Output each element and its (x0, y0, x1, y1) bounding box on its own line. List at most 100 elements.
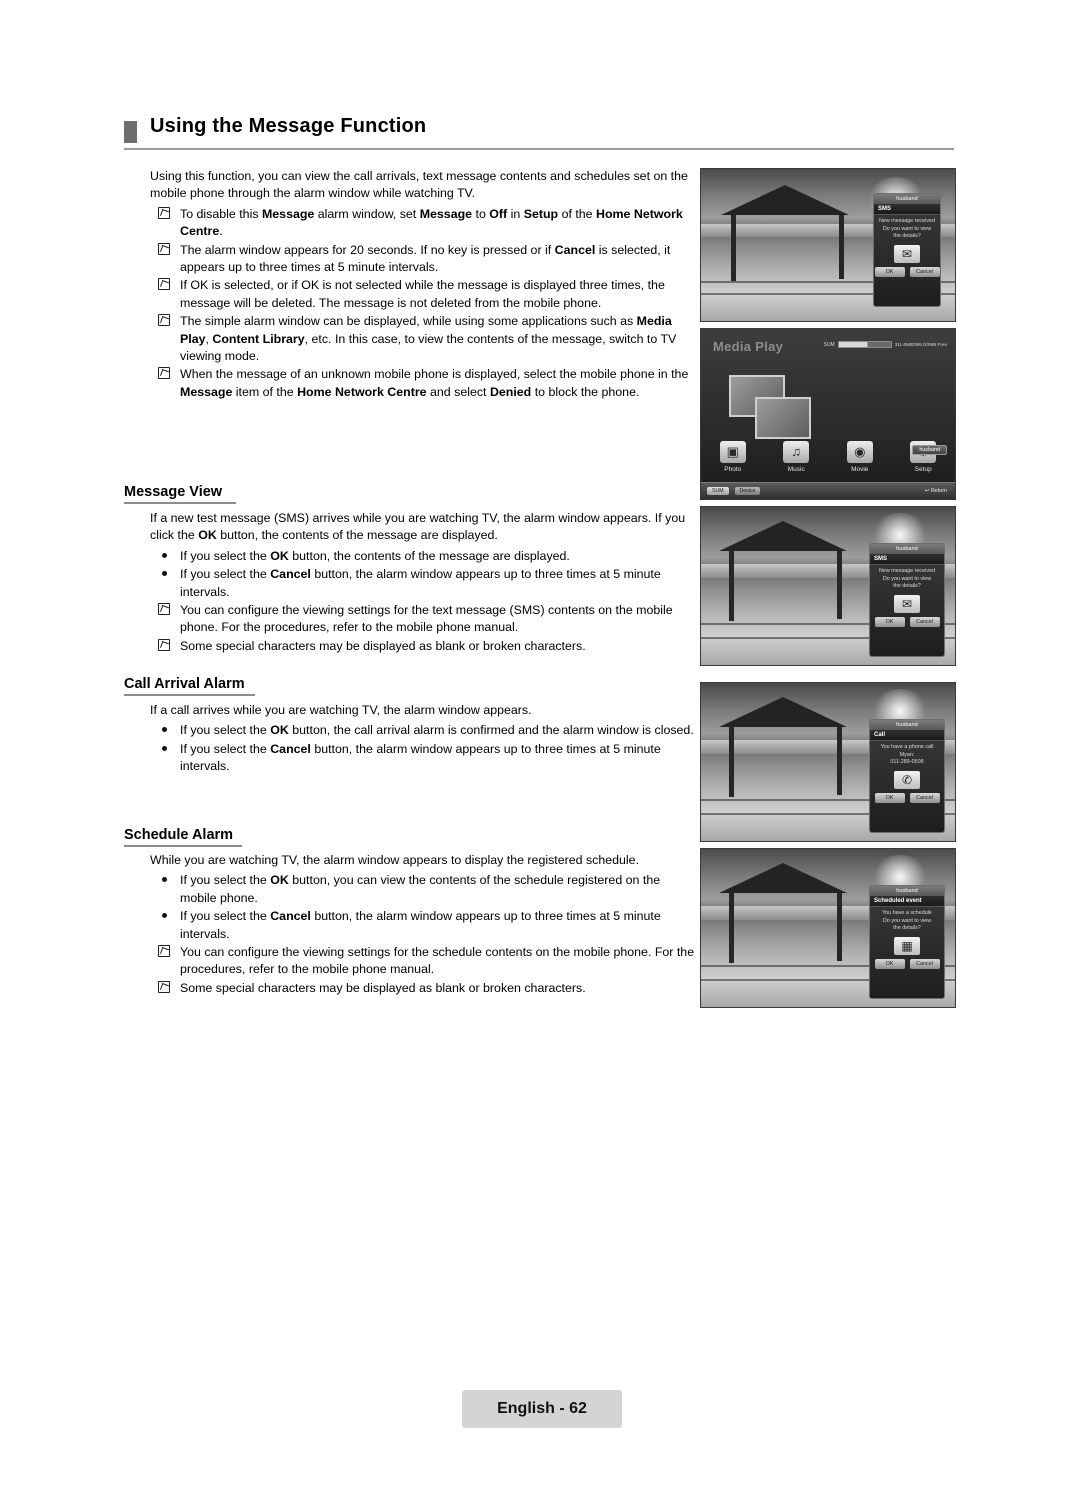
section-body-schedule-alarm: While you are watching TV, the alarm win… (150, 852, 696, 998)
note-icon (158, 242, 170, 255)
menu-item-photo[interactable]: ▣ Photo (706, 441, 760, 473)
popup-type: Scheduled event (870, 896, 944, 907)
alarm-popup-sms: husband SMS New message received Do you … (873, 193, 941, 307)
menu-item-movie[interactable]: ◉ Movie (833, 441, 887, 473)
popup-line-2: Myan: (899, 751, 915, 758)
popup-buttons: OK Cancel (870, 791, 944, 806)
hut-roof (721, 185, 849, 215)
section-heading-call-arrival-alarm: Call Arrival Alarm (124, 676, 255, 696)
popup-line-2: Do you want to view (882, 225, 932, 232)
selection-badge: husband (912, 445, 947, 455)
note-text: Some special characters may be displayed… (180, 980, 586, 995)
ok-button[interactable]: OK (874, 616, 905, 627)
popup-sender: husband (870, 886, 944, 896)
section-paragraph: If a call arrives while you are watching… (150, 703, 532, 717)
note-text: The alarm window appears for 20 seconds.… (180, 242, 671, 275)
note-text: If OK is selected, or if OK is not selec… (180, 278, 665, 310)
cancel-button[interactable]: Cancel (909, 958, 940, 969)
popup-line-2: Do you want to view (882, 917, 932, 924)
bullet-item: If you select the Cancel button, the ala… (150, 908, 696, 943)
hut-post (837, 893, 842, 961)
popup-line-3: the details? (893, 925, 921, 932)
popup-sender: husband (874, 194, 940, 204)
popup-buttons: OK Cancel (870, 957, 944, 972)
screenshot-sms-alarm-small: husband SMS New message received Do you … (700, 168, 956, 322)
envelope-icon: ✉ (894, 594, 920, 613)
note-text: Some special characters may be displayed… (180, 638, 586, 653)
menu-item-music[interactable]: ♫ Music (769, 441, 823, 473)
section-heading-schedule-alarm: Schedule Alarm (124, 827, 242, 847)
bullet-dot-icon (158, 873, 170, 885)
music-icon: ♫ (783, 441, 810, 463)
cancel-button[interactable]: Cancel (909, 792, 940, 803)
hut-post (837, 551, 842, 619)
media-play-footer: SUM Device ↩ Return (701, 482, 955, 499)
popup-body: You have a phone call Myan: 011-289-0508 (870, 741, 944, 768)
note-icon (158, 638, 170, 651)
ok-button[interactable]: OK (874, 792, 905, 803)
bullet-text: If you select the Cancel button, the ala… (180, 741, 661, 774)
return-label[interactable]: ↩ Return (925, 488, 947, 494)
screenshot-schedule-alarm: husband Scheduled event You have a sched… (700, 848, 956, 1008)
note-icon (158, 603, 170, 616)
device-footer-label[interactable]: Device (734, 487, 761, 495)
note-item: Some special characters may be displayed… (150, 638, 696, 655)
bullet-text: If you select the OK button, the call ar… (180, 723, 694, 738)
cancel-button[interactable]: Cancel (909, 266, 940, 277)
note-item: The simple alarm window can be displayed… (150, 313, 696, 365)
bullet-dot-icon (158, 723, 170, 735)
section-paragraph: If a new test message (SMS) arrives whil… (150, 511, 686, 543)
capacity-text: 311.6MB/399.0/2MB Free (894, 342, 947, 347)
section-heading-message-view: Message View (124, 484, 236, 504)
screenshot-media-play: Media Play SUM 311.6MB/399.0/2MB Free ▣ … (700, 328, 956, 500)
popup-type: SMS (870, 554, 944, 565)
hut-post (837, 727, 842, 795)
bullet-item: If you select the OK button, the content… (150, 548, 696, 565)
phone-icon: ✆ (894, 770, 920, 789)
device-key[interactable]: SUM (707, 487, 729, 495)
popup-sender: husband (870, 544, 944, 554)
page-number-label: English - 62 (497, 1400, 587, 1417)
thumbnail (755, 397, 811, 439)
popup-line-1: New message received (878, 568, 936, 574)
ok-button[interactable]: OK (874, 958, 905, 969)
note-icon (158, 980, 170, 993)
cancel-button[interactable]: Cancel (909, 616, 940, 627)
capacity-bar (837, 341, 892, 348)
hut-post (839, 215, 844, 279)
section-heading-text: Message View (124, 484, 223, 500)
note-item: The alarm window appears for 20 seconds.… (150, 242, 696, 277)
menu-label: Setup (914, 466, 932, 473)
menu-label: Photo (724, 466, 742, 473)
popup-type: Call (870, 730, 944, 741)
note-icon (158, 314, 170, 327)
hut-post (731, 215, 736, 281)
note-icon (158, 945, 170, 958)
section-heading-text: Schedule Alarm (124, 827, 234, 843)
document-page: Using the Message Function Using this fu… (0, 0, 1080, 1488)
hut-roof (719, 697, 847, 727)
title-divider (124, 148, 954, 150)
note-icon (158, 206, 170, 219)
photo-icon: ▣ (719, 441, 746, 463)
title-marker-icon (124, 121, 137, 143)
storage-meter: SUM 311.6MB/399.0/2MB Free (824, 341, 947, 348)
popup-sender: husband (870, 720, 944, 730)
calendar-icon: ▦ (894, 936, 920, 955)
intro-paragraph: Using this function, you can view the ca… (150, 169, 688, 201)
ok-button[interactable]: OK (874, 266, 905, 277)
note-item: If OK is selected, or if OK is not selec… (150, 277, 696, 312)
popup-body: New message received Do you want to view… (870, 565, 944, 592)
alarm-popup-sms-large: husband SMS New message received Do you … (869, 543, 945, 657)
envelope-icon: ✉ (894, 244, 920, 263)
bullet-dot-icon (158, 909, 170, 921)
bullet-item: If you select the OK button, the call ar… (150, 722, 696, 739)
section-paragraph: While you are watching TV, the alarm win… (150, 853, 640, 867)
bullet-text: If you select the Cancel button, the ala… (180, 909, 661, 941)
popup-buttons: OK Cancel (874, 265, 940, 280)
movie-icon: ◉ (846, 441, 873, 463)
bullet-item: If you select the OK button, you can vie… (150, 872, 696, 907)
alarm-popup-schedule: husband Scheduled event You have a sched… (869, 885, 945, 999)
note-icon (158, 278, 170, 291)
bullet-text: If you select the Cancel button, the ala… (180, 567, 661, 599)
